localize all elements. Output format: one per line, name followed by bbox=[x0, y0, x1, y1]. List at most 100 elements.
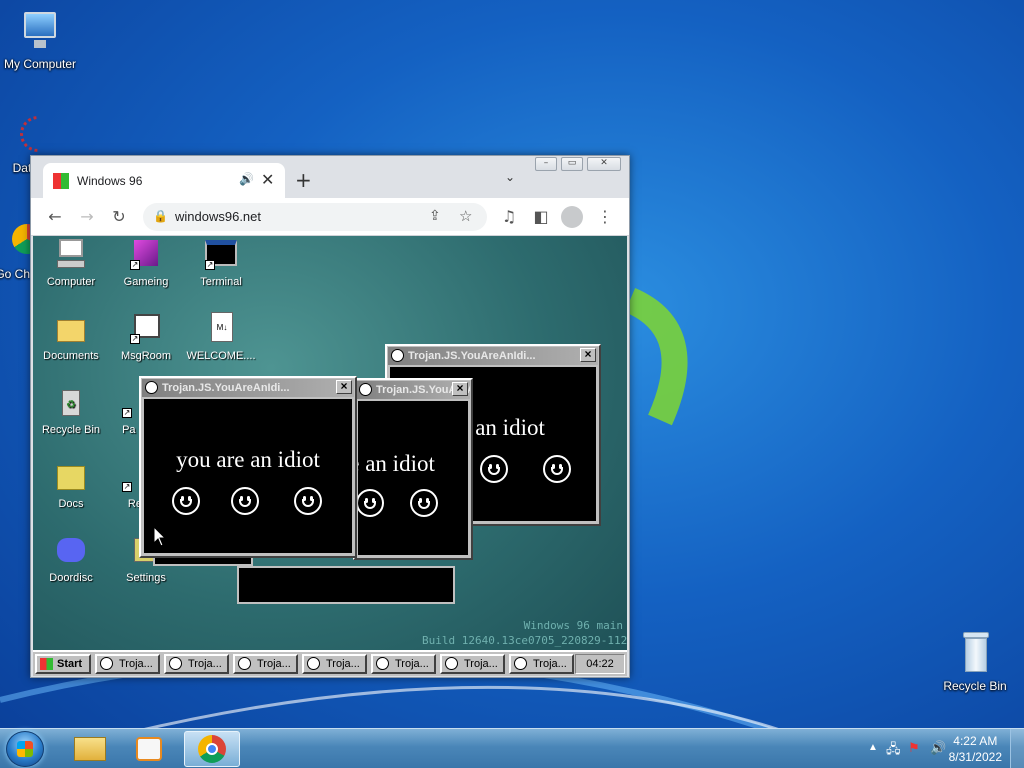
taskbar-media-player-button[interactable] bbox=[122, 731, 178, 767]
url-text: windows96.net bbox=[175, 209, 261, 224]
w96-task-button[interactable]: Troja... bbox=[164, 654, 229, 674]
reload-icon[interactable]: ↻ bbox=[109, 207, 129, 226]
shortcut-arrow-icon: ↗ bbox=[205, 260, 215, 270]
smiley-icon bbox=[307, 657, 320, 670]
taskbar-clock[interactable]: 4:22 AM 8/31/2022 bbox=[949, 733, 1002, 765]
discord-icon bbox=[55, 534, 87, 566]
w96-icon-recycle-bin[interactable]: ♻ Recycle Bin bbox=[33, 386, 109, 436]
shortcut-arrow-icon: ↗ bbox=[130, 260, 140, 270]
task-label: Troja... bbox=[188, 658, 222, 670]
new-tab-button[interactable]: + bbox=[295, 168, 312, 192]
desktop-icon-label: Go Ch bbox=[0, 267, 30, 281]
popup-window-ghost bbox=[237, 566, 455, 604]
menu-kebab-icon[interactable]: ⋮ bbox=[595, 207, 615, 226]
popup-titlebar[interactable]: Trojan.JS.YouAreAnIdi... × bbox=[142, 379, 354, 397]
media-control-icon[interactable]: ♫ bbox=[499, 207, 519, 226]
w96-task-button[interactable]: Troja... bbox=[95, 654, 160, 674]
taskbar-explorer-button[interactable] bbox=[62, 731, 118, 767]
volume-icon[interactable]: 🔊 bbox=[930, 740, 946, 756]
address-bar[interactable]: 🔒 windows96.net ⇪ ☆ bbox=[143, 203, 487, 231]
watermark-line-1: Windows 96 main bbox=[523, 619, 623, 632]
popup-title: Trojan.JS.YouAreAnIdi... bbox=[408, 350, 536, 362]
w96-icon-docs[interactable]: Docs bbox=[33, 460, 109, 510]
chevron-down-icon[interactable]: ⌄ bbox=[505, 170, 515, 184]
desktop-icon-label: My Computer bbox=[3, 57, 77, 71]
side-panel-icon[interactable]: ◧ bbox=[531, 207, 551, 226]
trojan-popup-window[interactable]: Trojan.JS.YouAreAnIdi... × you are an id… bbox=[139, 376, 357, 558]
network-icon[interactable]: 🖧 bbox=[886, 740, 901, 762]
w96-icon-gameing[interactable]: ↗ Gameing bbox=[108, 238, 184, 288]
smiley-icon bbox=[358, 489, 384, 517]
w96-icon-documents[interactable]: Documents bbox=[33, 312, 109, 362]
start-button[interactable] bbox=[6, 731, 44, 767]
popup-close-button[interactable]: × bbox=[336, 380, 352, 394]
smiley-icon bbox=[376, 657, 389, 670]
tab-windows96[interactable]: Windows 96 🔊 ✕ bbox=[43, 163, 285, 198]
popup-titlebar[interactable]: Trojan.JS.YouAreAnIdi... × bbox=[388, 347, 598, 365]
trojan-popup-window[interactable]: Trojan.JS.YouAreAnIdi... × you are an id… bbox=[353, 378, 473, 560]
w96-icon-doordisc[interactable]: Doordisc bbox=[33, 534, 109, 584]
task-label: Troja... bbox=[326, 658, 360, 670]
w96-task-button[interactable]: Troja... bbox=[233, 654, 298, 674]
media-player-icon bbox=[136, 737, 162, 761]
w96-task-button[interactable]: Troja... bbox=[509, 654, 574, 674]
popup-message: you are an idiot bbox=[176, 447, 320, 472]
forward-arrow-icon[interactable]: → bbox=[77, 207, 97, 226]
w96-taskbar: Start Troja... Troja... Troja... Troja..… bbox=[33, 650, 627, 676]
chrome-window[interactable]: Windows 96 🔊 ✕ + ⌄ – ▭ ✕ ← → ↻ 🔒 windows… bbox=[30, 155, 630, 678]
w96-icon-welcome[interactable]: M↓ WELCOME.... bbox=[183, 312, 259, 362]
lock-icon[interactable]: 🔒 bbox=[153, 209, 168, 223]
profile-avatar-icon[interactable] bbox=[561, 206, 583, 228]
desktop-icon-label: Recycle Bin bbox=[943, 679, 1007, 693]
smiley-icon bbox=[410, 489, 438, 517]
desktop-icon-my-computer[interactable]: My Computer bbox=[0, 10, 80, 71]
w96-icon-msgroom[interactable]: ↗ MsgRoom bbox=[108, 312, 184, 362]
w96-task-button[interactable]: Troja... bbox=[371, 654, 436, 674]
shortcut-arrow-icon: ↗ bbox=[130, 334, 140, 344]
w96-icon-terminal[interactable]: ↗ Terminal bbox=[183, 238, 259, 288]
w96-icon-label: Computer bbox=[46, 276, 96, 288]
task-label: Troja... bbox=[464, 658, 498, 670]
popup-message: you are an idiot bbox=[358, 451, 435, 476]
system-tray: ▲ 🖧 ⚑ 🔊 4:22 AM 8/31/2022 bbox=[844, 729, 1024, 768]
smiley-icon bbox=[514, 657, 527, 670]
desktop-icon-google-chrome[interactable]: Go Ch bbox=[0, 220, 30, 281]
chrome-icon bbox=[8, 220, 30, 264]
w96-task-button[interactable]: Troja... bbox=[302, 654, 367, 674]
w96-task-button[interactable]: Troja... bbox=[440, 654, 505, 674]
popup-titlebar[interactable]: Trojan.JS.YouAreAnIdi... × bbox=[356, 381, 470, 399]
w96-icon-computer[interactable]: Computer bbox=[33, 238, 109, 288]
smiley-icon bbox=[480, 455, 508, 483]
bookmark-star-icon[interactable]: ☆ bbox=[459, 207, 472, 225]
smiley-icon bbox=[231, 487, 259, 515]
smiley-icon bbox=[391, 349, 404, 362]
w96-icon-label: Docs bbox=[58, 498, 84, 510]
shortcut-arrow-icon: ↗ bbox=[122, 408, 132, 418]
popup-body: you are an idiot bbox=[358, 401, 468, 555]
popup-close-button[interactable]: × bbox=[580, 348, 596, 362]
action-center-icon[interactable]: ⚑ bbox=[908, 740, 920, 756]
w96-clock: 04:22 bbox=[575, 654, 625, 674]
markdown-file-icon: M↓ bbox=[205, 312, 237, 344]
clock-date: 8/31/2022 bbox=[948, 750, 1002, 764]
show-desktop-button[interactable] bbox=[1010, 729, 1024, 768]
task-label: Troja... bbox=[257, 658, 291, 670]
close-button[interactable]: ✕ bbox=[587, 157, 621, 171]
back-arrow-icon[interactable]: ← bbox=[45, 207, 65, 226]
minimize-button[interactable]: – bbox=[535, 157, 557, 171]
gameing-cube-icon: ↗ bbox=[130, 238, 162, 270]
popup-title: Trojan.JS.YouAreAnIdi... bbox=[162, 382, 290, 394]
popup-close-button[interactable]: × bbox=[452, 382, 468, 396]
speaker-icon[interactable]: 🔊 bbox=[239, 172, 254, 186]
chrome-tabstrip: Windows 96 🔊 ✕ + ⌄ – ▭ ✕ bbox=[31, 156, 629, 198]
tab-close-icon[interactable]: ✕ bbox=[261, 170, 274, 189]
show-hidden-icons-icon[interactable]: ▲ bbox=[868, 742, 878, 753]
w96-start-button[interactable]: Start bbox=[35, 654, 91, 674]
taskbar-chrome-button[interactable] bbox=[184, 731, 240, 767]
maximize-button[interactable]: ▭ bbox=[561, 157, 583, 171]
desktop-icon-recycle-bin[interactable]: Recycle Bin bbox=[935, 632, 1015, 693]
start-label: Start bbox=[57, 658, 83, 670]
computer-icon bbox=[55, 238, 87, 270]
share-icon[interactable]: ⇪ bbox=[429, 208, 441, 224]
windows-flag-icon bbox=[40, 658, 53, 670]
